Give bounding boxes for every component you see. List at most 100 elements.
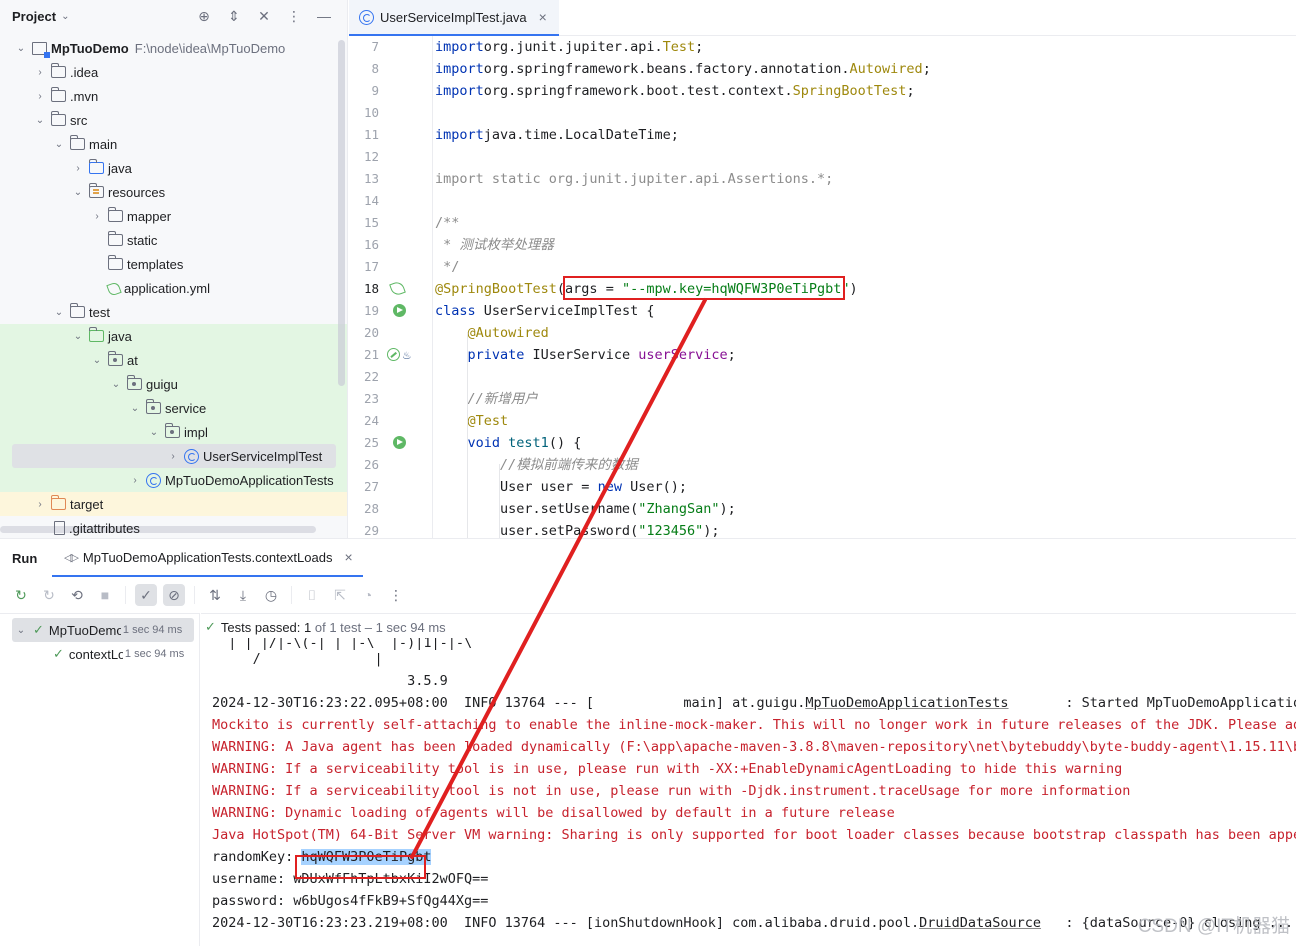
code-editor[interactable]: UserServiceImplTest.java × 7 importorg.ju… xyxy=(349,0,1296,538)
chevron-down-icon[interactable]: ⌄ xyxy=(52,307,66,318)
code-line[interactable]: 15 /** xyxy=(349,212,1296,234)
history-icon[interactable]: ◷ xyxy=(260,584,282,606)
tree-item-application-yml[interactable]: application.yml xyxy=(0,276,347,300)
tree-item-main[interactable]: ⌄ main xyxy=(0,132,347,156)
tree-item-module[interactable]: ⌄ MpTuoDemo F:\node\idea\MpTuoDemo xyxy=(0,36,347,60)
class-link[interactable]: DruidDataSource xyxy=(919,915,1041,931)
indent-guide xyxy=(499,464,500,538)
spring-leaf-icon[interactable] xyxy=(389,280,406,297)
sort-icon[interactable]: ⇅ xyxy=(204,584,226,606)
tree-item-userserviceimpltest[interactable]: › UserServiceImplTest xyxy=(0,444,347,468)
chevron-down-icon[interactable]: ⌄ xyxy=(71,331,85,342)
tree-item-mvn[interactable]: › .mvn xyxy=(0,84,347,108)
export-icon[interactable]: ⇱ xyxy=(329,584,351,606)
code-line[interactable]: 22 xyxy=(349,366,1296,388)
chevron-down-icon[interactable]: ⌄ xyxy=(14,43,28,54)
code-line[interactable]: 24 @Test xyxy=(349,410,1296,432)
close-icon[interactable]: × xyxy=(539,9,547,25)
import-tests-icon[interactable]: ⤓ xyxy=(232,584,254,606)
code-line[interactable]: 23 //新增用户 xyxy=(349,388,1296,410)
rerun-icon[interactable]: ↻ xyxy=(10,584,32,606)
tree-item-impl[interactable]: ⌄ impl xyxy=(0,420,347,444)
coverage-icon[interactable]: ◔ xyxy=(357,584,379,606)
show-passed-icon[interactable]: ✓ xyxy=(135,584,157,606)
chevron-down-icon[interactable]: ⌄ xyxy=(147,427,161,438)
tree-item-main-java[interactable]: › java xyxy=(0,156,347,180)
tree-item-at[interactable]: ⌄ at xyxy=(0,348,347,372)
stop-icon[interactable]: ■ xyxy=(94,584,116,606)
test-tree-item-suite[interactable]: ⌄ ✓ MpTuoDemo 1 sec 94 ms xyxy=(0,618,200,642)
code-line[interactable]: 17 */ xyxy=(349,256,1296,278)
code-line[interactable]: 10 xyxy=(349,102,1296,124)
tree-item-idea[interactable]: › .idea xyxy=(0,60,347,84)
chevron-down-icon[interactable]: ⌄ xyxy=(90,355,104,366)
test-tree-item-contextloads[interactable]: ✓ contextLo 1 sec 94 ms xyxy=(0,642,200,666)
chevron-right-icon[interactable]: › xyxy=(71,163,85,174)
tree-item-test-java[interactable]: ⌄ java xyxy=(0,324,347,348)
tree-item-templates[interactable]: templates xyxy=(0,252,347,276)
tree-item-static[interactable]: static xyxy=(0,228,347,252)
code-line[interactable]: 21 private IUserService userService; xyxy=(349,344,1296,367)
tree-item-resources[interactable]: ⌄ resources xyxy=(0,180,347,204)
chevron-down-icon[interactable]: ⌄ xyxy=(109,379,123,390)
close-icon[interactable]: × xyxy=(344,549,352,565)
line-number: 19 xyxy=(363,303,379,318)
tree-item-src[interactable]: ⌄ src xyxy=(0,108,347,132)
more-options-icon[interactable]: ⋮ xyxy=(285,7,303,25)
code-line[interactable]: 27 User user = new User(); xyxy=(349,476,1296,498)
code-line[interactable]: 29 user.setPassword("123456"); xyxy=(349,520,1296,538)
chevron-right-icon[interactable]: › xyxy=(33,67,47,78)
show-ignored-icon[interactable]: ⊘ xyxy=(163,584,185,606)
project-title[interactable]: Project xyxy=(12,9,56,24)
code-line[interactable]: 16 * 测试枚举处理器 xyxy=(349,234,1296,256)
locate-icon[interactable]: ⊕ xyxy=(195,7,213,25)
horizontal-scrollbar[interactable] xyxy=(0,526,316,533)
chevron-down-icon[interactable]: ⌄ xyxy=(61,11,69,22)
code-line[interactable]: 8 importorg.springframework.beans.factory… xyxy=(349,58,1296,80)
code-line[interactable]: 12 xyxy=(349,146,1296,168)
more-options-icon[interactable]: ⋮ xyxy=(385,584,407,606)
code-line[interactable]: 13 import static org.junit.jupiter.api.As… xyxy=(349,168,1296,190)
console-output[interactable]: ✓ Tests passed: 1 of 1 test – 1 sec 94 m… xyxy=(201,613,1296,946)
vertical-scrollbar[interactable] xyxy=(338,40,345,386)
tree-item-test[interactable]: ⌄ test xyxy=(0,300,347,324)
rerun-failed-icon[interactable]: ↻ xyxy=(38,584,60,606)
hide-icon[interactable]: — xyxy=(315,7,333,25)
code-line[interactable]: 25 void test1() { xyxy=(349,432,1296,454)
chevron-down-icon[interactable]: ⌄ xyxy=(33,115,47,126)
expand-all-icon[interactable]: ⇕ xyxy=(225,7,243,25)
chevron-right-icon[interactable]: › xyxy=(33,499,47,510)
collapse-all-icon[interactable]: ✕ xyxy=(255,7,273,25)
chevron-down-icon[interactable]: ⌄ xyxy=(71,187,85,198)
editor-tab-userserviceimpltest[interactable]: UserServiceImplTest.java × xyxy=(349,0,559,36)
run-test-icon[interactable] xyxy=(393,304,406,317)
indent-guide xyxy=(467,332,468,538)
toggle-auto-test-icon[interactable]: ⟲ xyxy=(66,584,88,606)
code-line[interactable]: 14 xyxy=(349,190,1296,212)
chevron-right-icon[interactable]: › xyxy=(90,211,104,222)
code-line[interactable]: 19 class UserServiceImplTest { xyxy=(349,300,1296,322)
chevron-right-icon[interactable]: › xyxy=(166,451,180,462)
chevron-down-icon[interactable]: ⌄ xyxy=(128,403,142,414)
tree-item-target[interactable]: › target xyxy=(0,492,347,516)
tree-item-mapper[interactable]: › mapper xyxy=(0,204,347,228)
implementation-icon[interactable] xyxy=(403,345,416,367)
chevron-right-icon[interactable]: › xyxy=(128,475,142,486)
tree-item-mptuodemoapplicationtests[interactable]: › MpTuoDemoApplicationTests xyxy=(0,468,347,492)
code-line[interactable]: 9 importorg.springframework.boot.test.con… xyxy=(349,80,1296,102)
camera-icon[interactable]: ⌷ xyxy=(301,584,323,606)
code-line[interactable]: 28 user.setUsername("ZhangSan"); xyxy=(349,498,1296,520)
code-line[interactable]: 11 importjava.time.LocalDateTime; xyxy=(349,124,1296,146)
code-line[interactable]: 26 //模拟前端传来的数据 xyxy=(349,454,1296,476)
tree-item-guigu[interactable]: ⌄ guigu xyxy=(0,372,347,396)
class-link[interactable]: MpTuoDemoApplicationTests xyxy=(805,695,1008,711)
bean-icon[interactable] xyxy=(387,348,400,361)
tree-item-service[interactable]: ⌄ service xyxy=(0,396,347,420)
code-line[interactable]: 20 @Autowired xyxy=(349,322,1296,344)
chevron-down-icon[interactable]: ⌄ xyxy=(52,139,66,150)
chevron-down-icon[interactable]: ⌄ xyxy=(14,625,28,636)
code-line[interactable]: 7 importorg.junit.jupiter.api.Test; xyxy=(349,36,1296,58)
chevron-right-icon[interactable]: › xyxy=(33,91,47,102)
run-test-icon[interactable] xyxy=(393,436,406,449)
run-tab-contextloads[interactable]: ◁▷ MpTuoDemoApplicationTests.contextLoad… xyxy=(52,539,363,577)
